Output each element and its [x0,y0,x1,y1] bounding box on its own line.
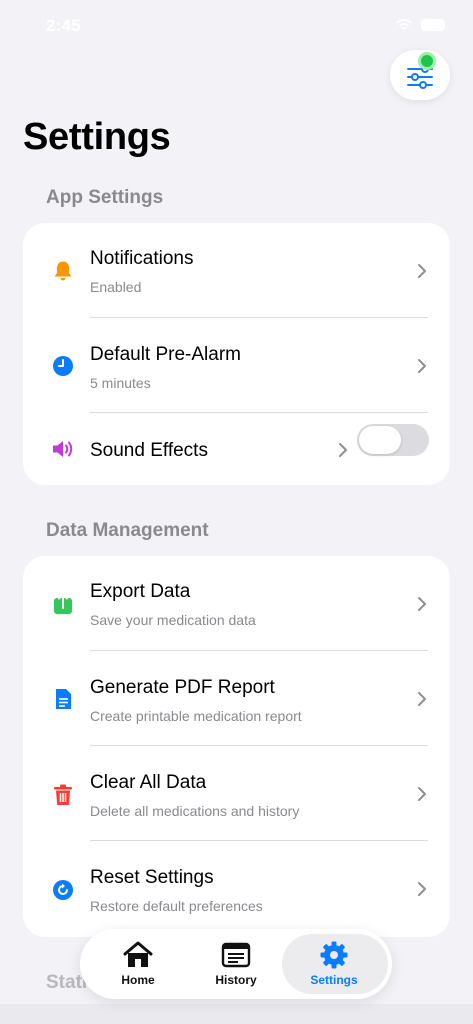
generate-pdf-report-subtitle: Create printable medication report [90,708,302,724]
generate-pdf-report-title: Generate PDF Report [90,677,275,698]
chevron-right-icon [417,786,427,802]
reset-settings-title: Reset Settings [90,867,214,888]
status-time: 2:45 [46,16,81,35]
settings-screen: 2:45 Settings App Settings Notifications… [0,0,473,1024]
sound-effects-title: Sound Effects [90,440,208,461]
data-management-card: Export Data Save your medication data Ge… [23,556,450,937]
tab-settings-label: Settings [310,973,358,987]
export-data-title: Export Data [90,581,191,602]
tab-home[interactable]: Home [86,929,190,999]
newspaper-icon [221,941,251,969]
default-pre-alarm-subtitle: 5 minutes [90,375,151,391]
tab-settings[interactable]: Settings [282,929,386,999]
bottom-fade [0,1004,473,1024]
bell-icon [51,259,75,283]
app-settings-card: Notifications Enabled Default Pre-Alarm … [23,223,450,485]
export-data-subtitle: Save your medication data [90,612,256,628]
clear-all-data-title: Clear All Data [90,772,207,793]
clear-all-data-subtitle: Delete all medications and history [90,803,300,819]
chevron-right-icon [417,881,427,897]
filter-active-indicator [418,52,436,70]
speaker-icon [51,437,75,461]
tab-history[interactable]: History [184,929,288,999]
export-icon [51,592,75,616]
notifications-row[interactable]: Notifications Enabled [23,223,450,318]
default-pre-alarm-title: Default Pre-Alarm [90,344,241,365]
tab-history-label: History [215,973,257,987]
clock-icon [51,354,75,378]
chevron-right-icon [417,263,427,279]
trash-icon [51,783,75,807]
chevron-right-icon [338,442,348,458]
notifications-subtitle: Enabled [90,279,142,295]
tab-bar: Home History Settings [80,929,392,999]
house-icon [122,941,154,969]
chevron-right-icon [417,596,427,612]
gear-icon [319,941,349,969]
chevron-right-icon [417,691,427,707]
toggle-knob [359,426,401,454]
default-pre-alarm-row[interactable]: Default Pre-Alarm 5 minutes [23,318,450,413]
status-icons [395,18,445,31]
notifications-title: Notifications [90,248,194,269]
clear-all-data-row[interactable]: Clear All Data Delete all medications an… [23,746,450,841]
section-header-data-management: Data Management [46,520,209,541]
reset-settings-row[interactable]: Reset Settings Restore default preferenc… [23,841,450,937]
reset-icon [51,878,75,902]
battery-icon [421,18,445,31]
sound-effects-toggle[interactable] [357,424,429,456]
sound-effects-row[interactable]: Sound Effects [23,413,450,485]
page-title: Settings [23,116,171,158]
tab-home-label: Home [121,973,155,987]
document-icon [51,687,75,711]
wifi-icon [395,18,413,31]
status-bar: 2:45 [0,14,473,38]
section-header-app-settings: App Settings [46,187,164,208]
reset-settings-subtitle: Restore default preferences [90,898,263,914]
chevron-right-icon [417,358,427,374]
export-data-row[interactable]: Export Data Save your medication data [23,556,450,651]
generate-pdf-report-row[interactable]: Generate PDF Report Create printable med… [23,651,450,746]
